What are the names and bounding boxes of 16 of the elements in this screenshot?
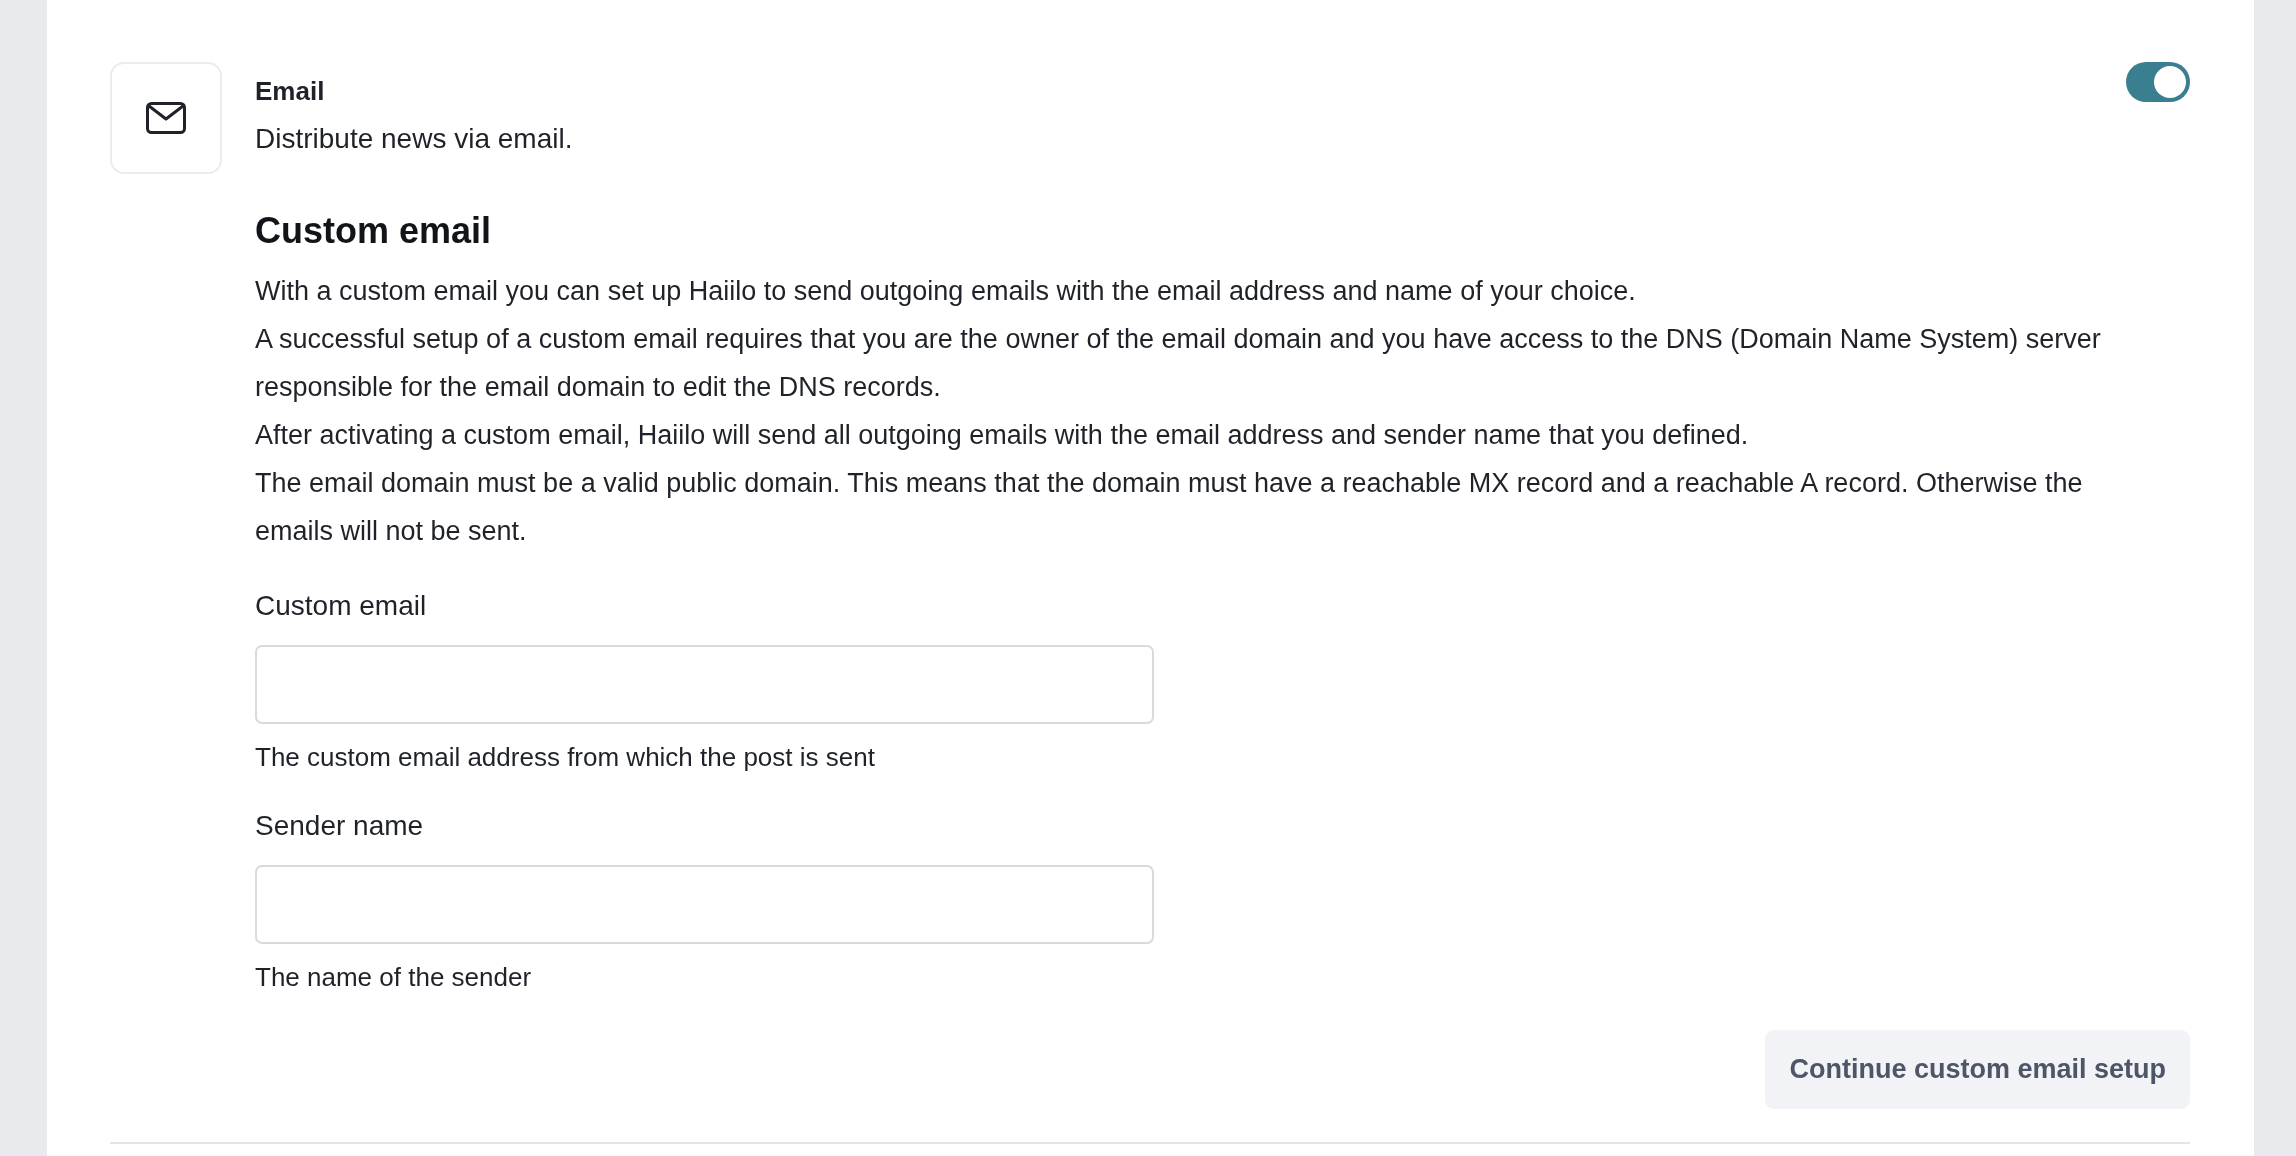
info-paragraph: A successful setup of a custom email requires that you are the owner of the email domain and you have access to the DNS (Domain Name System) server responsible for the email domain to edit the DNS records. — [255, 323, 2102, 404]
input-field[interactable] — [255, 865, 1154, 944]
field-help-text: The custom email address from which the post is sent — [255, 741, 875, 774]
info-paragraph: The email domain must be a valid public domain. This means that the domain must have a reachable MX record and a reachable A record. Otherwise the emails will not be sent. — [255, 467, 2084, 548]
info-paragraph: After activating a custom email, Haiilo will send all outgoing emails with the email address and sender name that you defined. — [255, 419, 1750, 452]
field-help-text: The name of the sender — [255, 961, 532, 994]
field-label: Sender name — [255, 809, 424, 843]
toggle-switch[interactable] — [2126, 62, 2190, 102]
info-paragraph: With a custom email you can set up Haiilo to send outgoing emails with the email address and name of your choice. — [255, 275, 1637, 308]
continue-button[interactable]: Continue custom email setup — [1765, 1030, 2190, 1109]
channel-description: Distribute news via email. — [255, 122, 573, 156]
field-label: Custom email — [255, 589, 427, 623]
input-field[interactable] — [255, 645, 1154, 724]
envelope-icon — [110, 62, 222, 174]
channel-title: Email — [255, 75, 325, 108]
section-heading: Custom email — [255, 209, 492, 253]
